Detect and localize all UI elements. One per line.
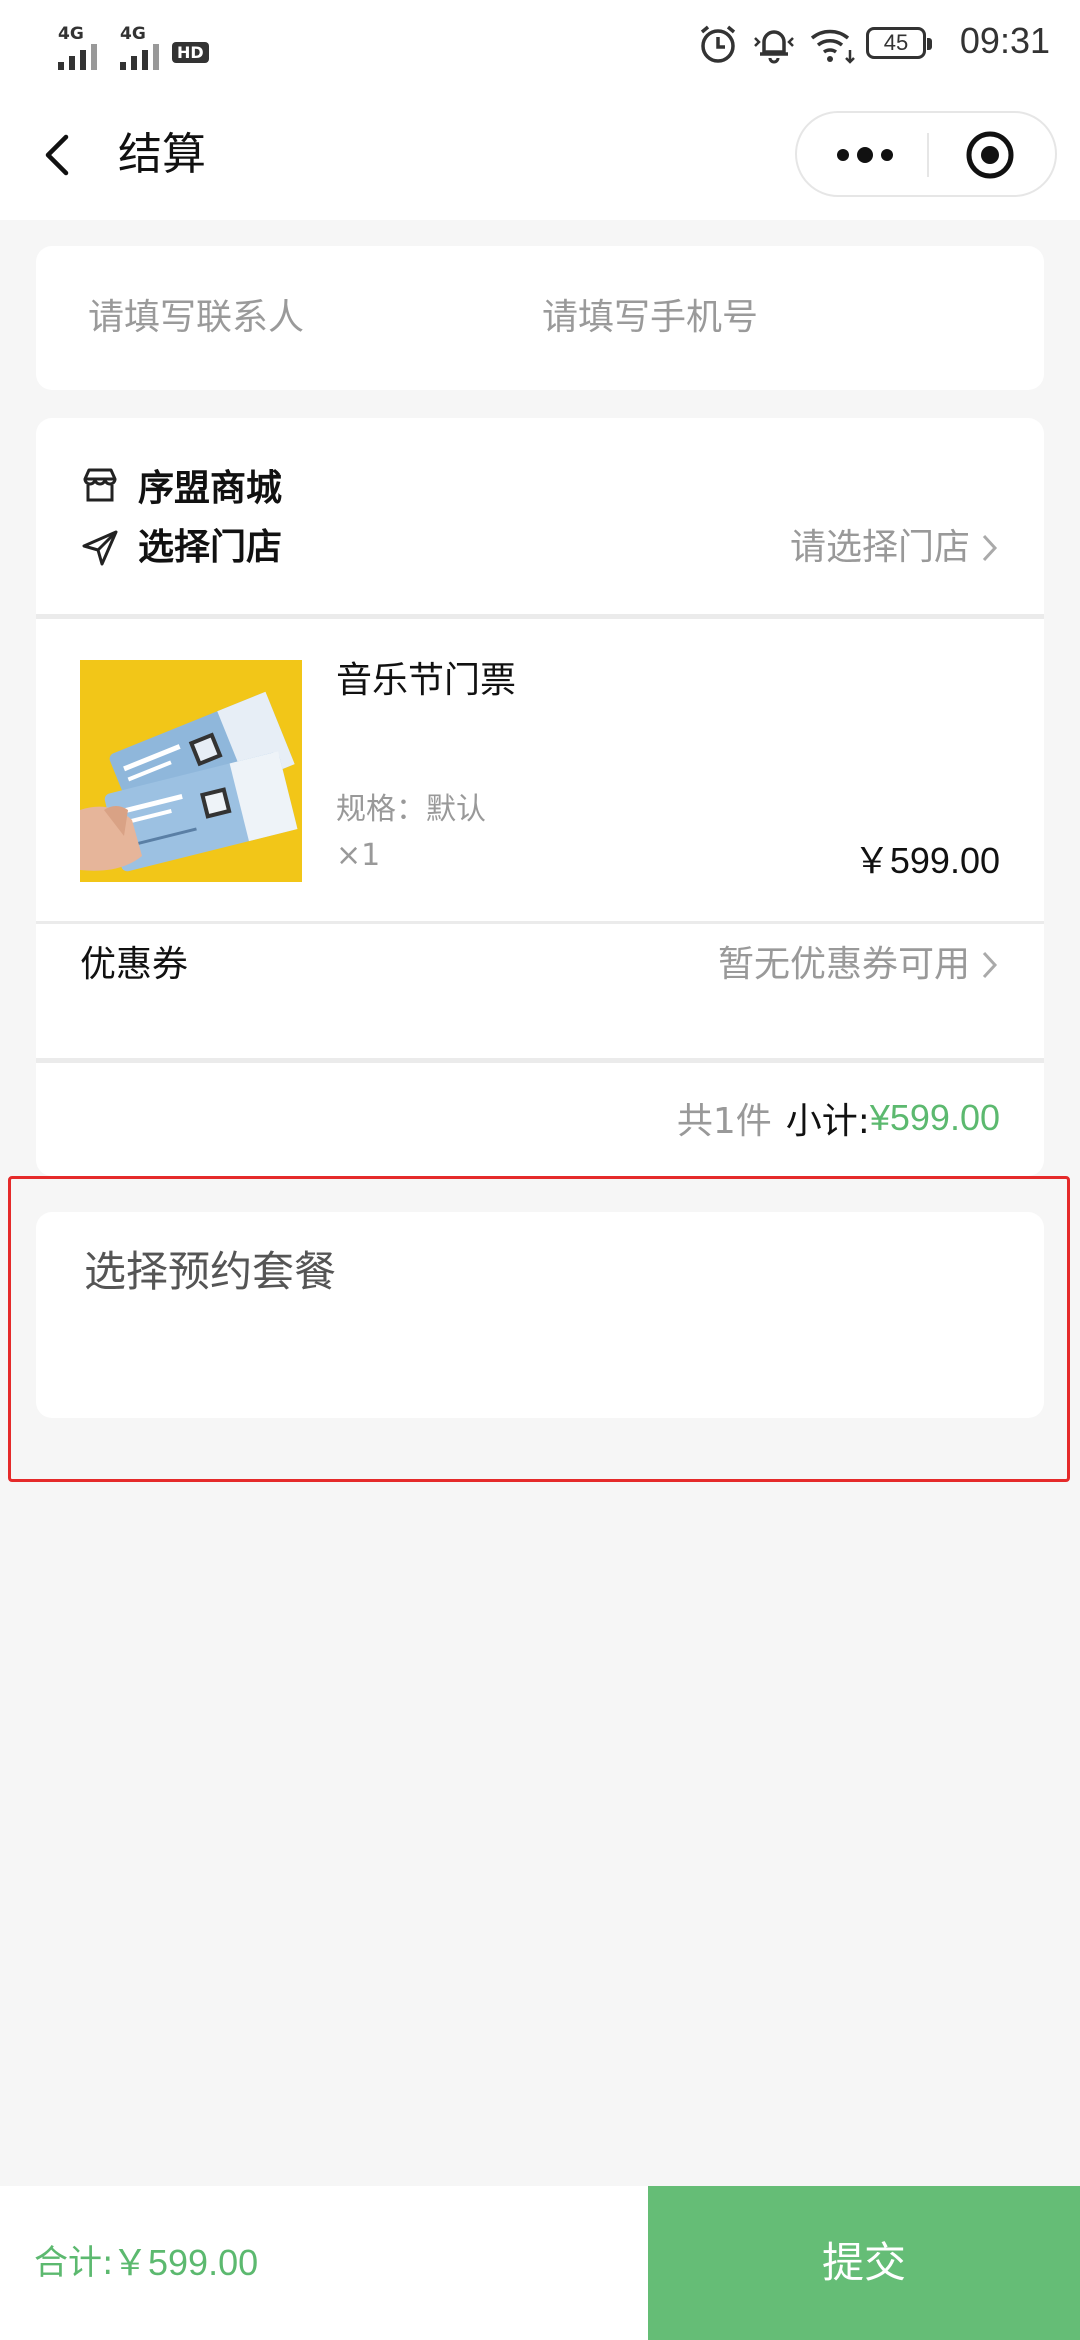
subtotal-row: 共1件 小计: ¥599.00 — [677, 1090, 1000, 1146]
vibrate-bell-icon — [754, 30, 794, 64]
item-count: 共1件 — [676, 1101, 772, 1142]
package-title: 选择预约套餐 — [84, 1247, 337, 1296]
dot-icon — [857, 147, 873, 163]
product-image[interactable] — [80, 660, 302, 882]
shop-name: 序盟商城 — [138, 468, 283, 509]
dot-icon — [837, 149, 849, 161]
coupon-label: 优惠券 — [80, 944, 189, 985]
signal-bars-icon — [58, 44, 97, 70]
submit-button[interactable]: 提交 — [648, 2186, 1080, 2340]
ticket-photo-icon — [80, 660, 302, 882]
total-value: ￥599.00 — [112, 2242, 259, 2283]
back-button[interactable] — [32, 125, 92, 185]
order-card: 序盟商城 选择门店 请选择门店 音乐节门票 规格：默认 ×1 ￥599.00 优… — [36, 418, 1044, 1176]
subtotal-label: 小计: — [785, 1101, 870, 1142]
location-arrow-icon — [82, 530, 118, 566]
product-quantity: ×1 — [336, 838, 381, 873]
package-card[interactable]: 选择预约套餐 — [36, 1212, 1044, 1418]
network-type-1: 4G — [58, 24, 84, 44]
divider — [36, 921, 1044, 924]
shop-row: 序盟商城 — [80, 460, 282, 510]
chevron-left-icon — [45, 134, 69, 176]
divider — [36, 1058, 1044, 1063]
status-bar: 4G 4G HD 45 09:31 — [0, 0, 1080, 95]
bottom-bar: 合计: ￥599.00 提交 — [0, 2186, 1080, 2340]
product-name: 音乐节门票 — [336, 660, 517, 701]
battery-indicator: 45 — [866, 27, 932, 59]
coupon-value-text: 暂无优惠券可用 — [717, 944, 970, 985]
contact-name-input[interactable] — [88, 288, 468, 348]
product-price: ￥599.00 — [853, 840, 1000, 881]
total-label: 合计: — [34, 2243, 114, 2283]
wifi-icon — [810, 29, 855, 64]
product-spec: 规格：默认 — [336, 792, 486, 827]
shop-icon — [83, 468, 117, 502]
chevron-right-icon — [982, 951, 998, 979]
coupon-value[interactable]: 暂无优惠券可用 — [718, 925, 1000, 1005]
capsule-divider — [927, 133, 929, 177]
alarm-icon — [700, 25, 736, 63]
contact-phone-input[interactable] — [542, 288, 982, 348]
mini-program-capsule — [795, 111, 1057, 197]
signal-bars-icon — [120, 44, 159, 70]
store-label: 选择门店 — [138, 527, 283, 568]
dot-icon — [881, 149, 893, 161]
close-mini-program-button[interactable] — [932, 113, 1048, 197]
select-store-row[interactable]: 选择门店 请选择门店 — [80, 520, 1000, 576]
divider — [36, 614, 1044, 619]
hd-badge: HD — [172, 42, 209, 63]
page-title: 结算 — [118, 129, 206, 180]
target-close-icon — [966, 131, 1014, 179]
clock: 09:31 — [959, 20, 1050, 61]
store-select-text: 请选择门店 — [789, 527, 970, 568]
network-type-2: 4G — [120, 24, 146, 44]
more-button[interactable] — [807, 113, 923, 197]
navigation-bar: 结算 — [0, 95, 1080, 220]
subtotal-value: ¥599.00 — [869, 1097, 1000, 1138]
contact-card — [36, 246, 1044, 390]
coupon-row[interactable]: 优惠券 暂无优惠券可用 — [80, 925, 1000, 1005]
chevron-right-icon — [982, 534, 998, 562]
store-select[interactable]: 请选择门店 — [790, 520, 1000, 576]
